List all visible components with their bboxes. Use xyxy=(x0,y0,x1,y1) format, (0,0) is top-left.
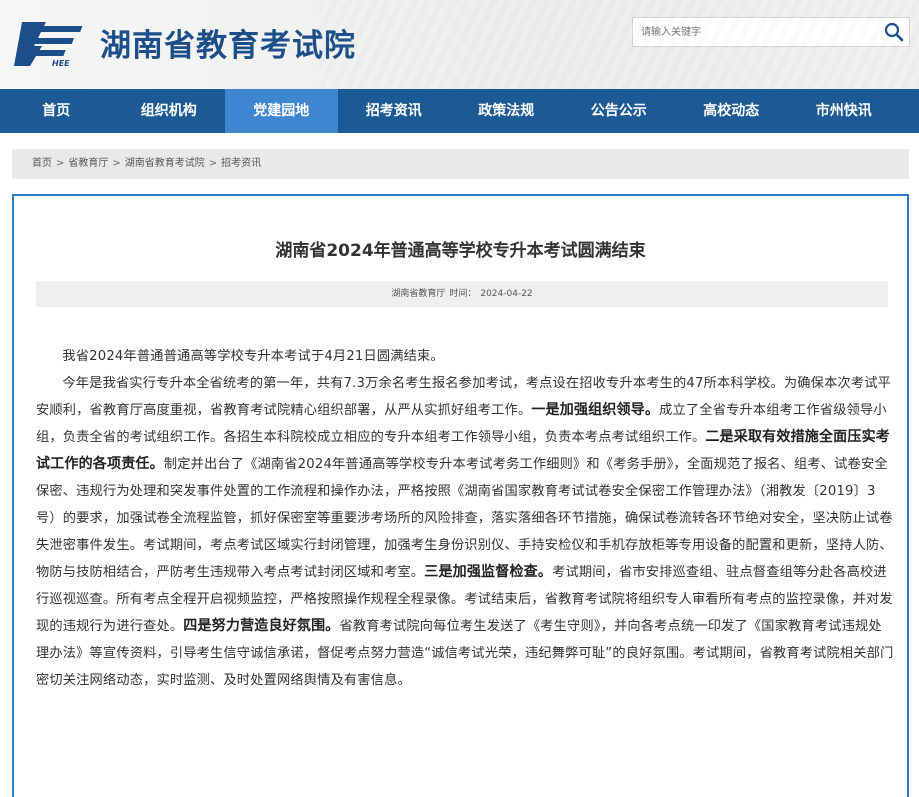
article-time-label: 时间： xyxy=(449,289,477,299)
article-paragraph-2: 今年是我省实行专升本全省统考的第一年，共有7.3万余名考生报名参加考试，考点设在… xyxy=(36,370,894,694)
search-input[interactable] xyxy=(633,18,873,46)
article-paragraph-1: 我省2024年普通普通高等学校专升本考试于4月21日圆满结束。 xyxy=(62,349,444,364)
breadcrumb-separator: > xyxy=(112,158,121,169)
paragraph-text: 制定并出台了《湖南省2024年普通高等学校专升本考试考务工作细则》和《考务手册》… xyxy=(36,457,893,580)
search-icon[interactable] xyxy=(883,21,905,43)
nav-item-policies[interactable]: 政策法规 xyxy=(450,89,563,133)
nav-item-party-building[interactable]: 党建园地 xyxy=(225,89,338,133)
article-meta: 湖南省教育厅 时间： 2024-04-22 xyxy=(36,281,888,307)
article-date: 2024-04-22 xyxy=(480,289,533,299)
main-nav: 首页 组织机构 党建园地 招考资讯 政策法规 公告公示 高校动态 市州快讯 xyxy=(0,89,919,133)
nav-item-announcements[interactable]: 公告公示 xyxy=(563,89,676,133)
article-title: 湖南省2024年普通高等学校专升本考试圆满结束 xyxy=(275,241,646,261)
breadcrumb-education-dept[interactable]: 省教育厅 xyxy=(68,158,108,169)
nav-item-admission-news[interactable]: 招考资讯 xyxy=(338,89,451,133)
site-header: HEE 湖南省教育考试院 xyxy=(0,0,919,89)
paragraph-bold-point-4: 四是努力营造良好氛围。 xyxy=(183,618,340,634)
nav-item-organization[interactable]: 组织机构 xyxy=(113,89,226,133)
search-box xyxy=(632,17,910,47)
paragraph-bold-point-3: 三是加强监督检查。 xyxy=(424,564,553,580)
nav-item-home[interactable]: 首页 xyxy=(0,89,113,133)
breadcrumb-admission-news[interactable]: 招考资讯 xyxy=(221,158,261,169)
logo-text: HEE xyxy=(52,59,70,68)
site-title[interactable]: 湖南省教育考试院 xyxy=(100,20,356,65)
breadcrumb-separator: > xyxy=(56,158,65,169)
breadcrumb-home[interactable]: 首页 xyxy=(32,158,52,169)
nav-item-city-news[interactable]: 市州快讯 xyxy=(788,89,901,133)
nav-item-university-news[interactable]: 高校动态 xyxy=(675,89,788,133)
article-body: 我省2024年普通普通高等学校专升本考试于4月21日圆满结束。 今年是我省实行专… xyxy=(36,343,894,694)
paragraph-bold-point-1: 一是加强组织领导。 xyxy=(531,402,660,418)
article-source: 湖南省教育厅 xyxy=(391,289,446,299)
hee-logo-icon[interactable]: HEE xyxy=(12,16,92,68)
breadcrumb-separator: > xyxy=(208,158,218,169)
breadcrumb: 首页 > 省教育厅 > 湖南省教育考试院 > 招考资讯 xyxy=(12,149,909,179)
article-container: 湖南省2024年普通高等学校专升本考试圆满结束 湖南省教育厅 时间： 2024-04… xyxy=(12,194,909,797)
breadcrumb-exam-authority[interactable]: 湖南省教育考试院 xyxy=(125,158,205,169)
